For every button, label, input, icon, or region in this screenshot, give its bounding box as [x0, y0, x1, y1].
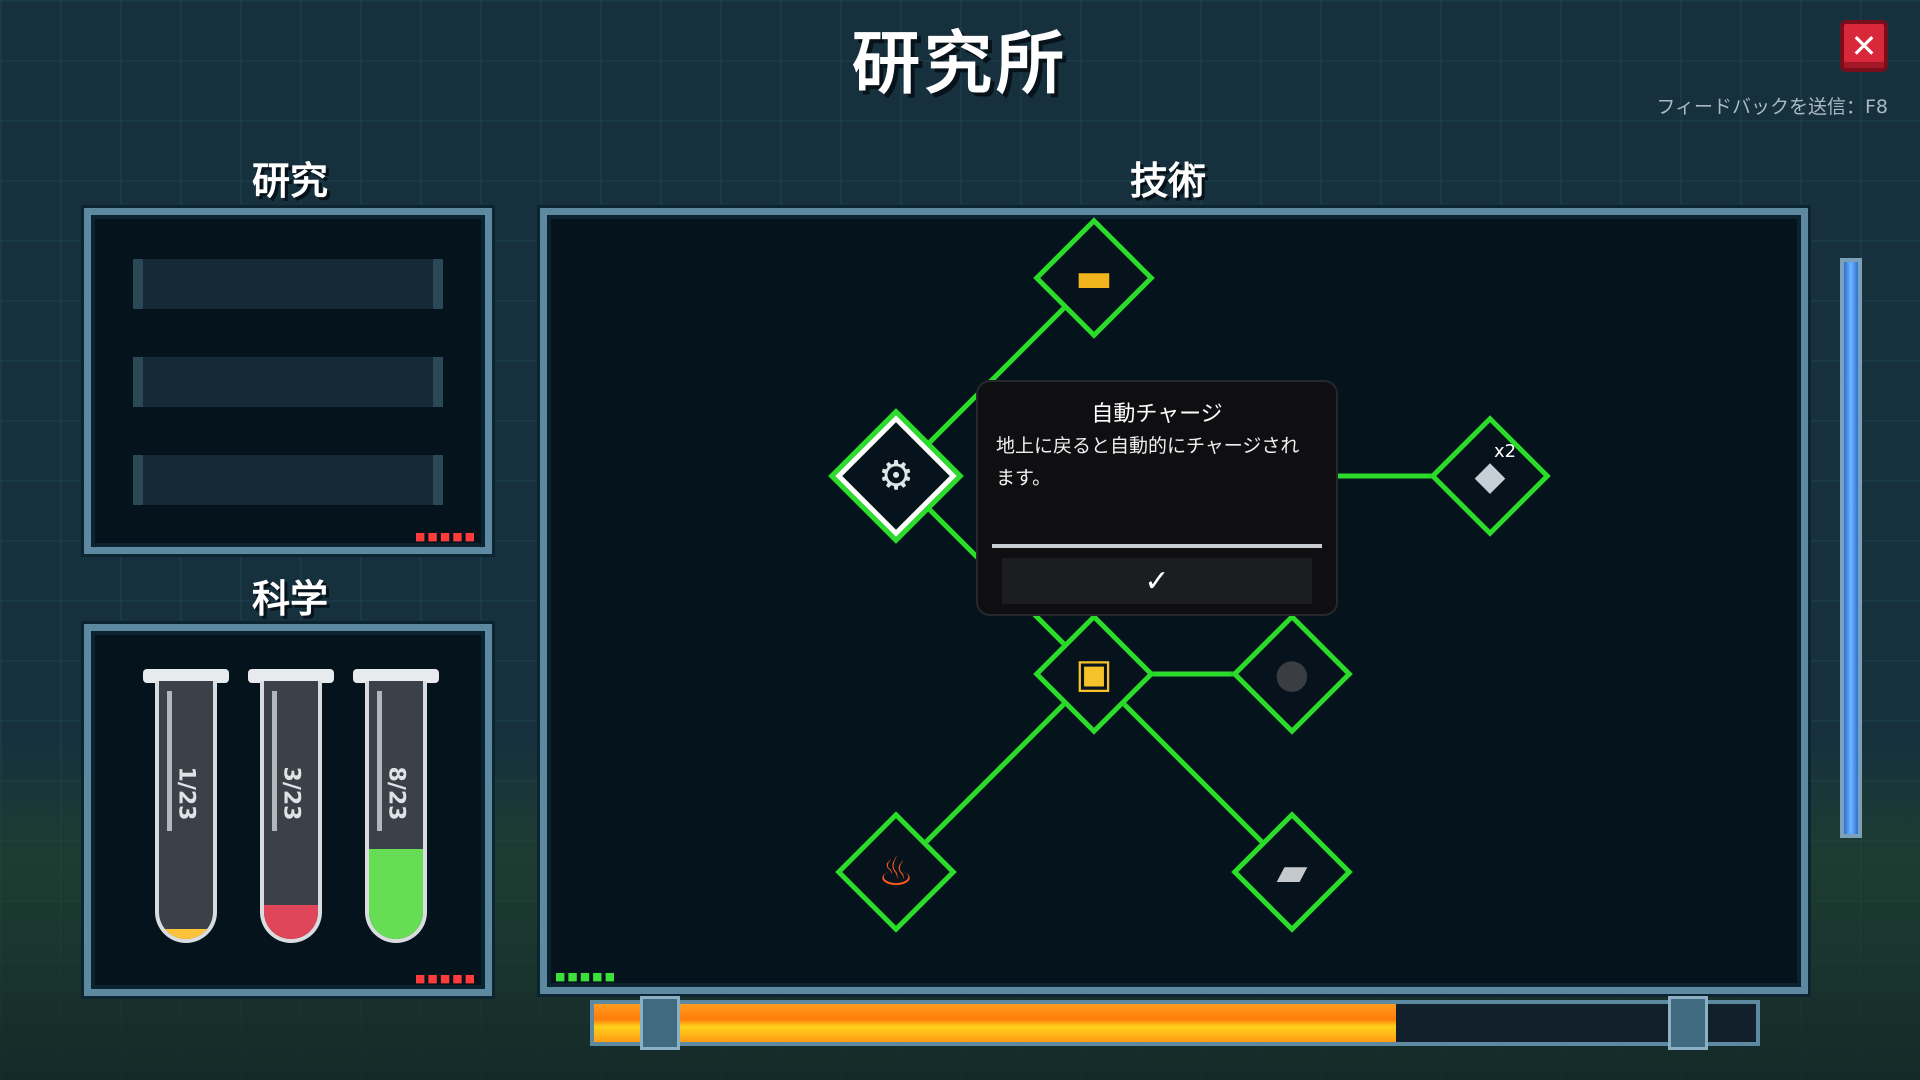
close-icon: ✕ — [1850, 27, 1878, 65]
science-tube-1: 1/23 — [155, 681, 217, 943]
panel-indicator-dots: ■■■■■ — [555, 970, 617, 983]
research-slot-3[interactable] — [133, 455, 443, 505]
research-slot-2[interactable] — [133, 357, 443, 407]
robot-cart-icon: ▣ — [1075, 651, 1113, 697]
tube-fill-1 — [159, 928, 213, 939]
science-panel: 1/23 3/23 8/23 ■■■■■ — [84, 624, 492, 996]
panel-indicator-dots: ■■■■■ — [415, 530, 477, 543]
feedback-hint[interactable]: フィードバックを送信：F8 — [1656, 92, 1888, 119]
tech-title: 技術 — [1129, 159, 1206, 203]
tube-shine — [377, 691, 382, 831]
science-title: 科学 — [251, 577, 328, 621]
close-button[interactable]: ✕ — [1840, 20, 1888, 72]
research-progress-bar — [590, 1000, 1760, 1046]
panel-indicator-dots: ■■■■■ — [415, 972, 477, 985]
tube-fill-2 — [264, 905, 318, 939]
research-slot-1[interactable] — [133, 259, 443, 309]
progress-cap-right — [1668, 996, 1708, 1050]
battery-gear-icon: ⚙ — [878, 453, 914, 499]
tech-tooltip: 自動チャージ 地上に戻ると自動的にチャージされます。 ✓ — [976, 380, 1338, 616]
tooltip-description: 地上に戻ると自動的にチャージされます。 — [996, 435, 1300, 489]
tooltip-confirm-button[interactable]: ✓ — [1002, 558, 1312, 604]
research-panel: ■■■■■ — [84, 208, 492, 554]
tooltip-divider — [992, 544, 1322, 548]
tube-label-1: 1/23 — [173, 766, 199, 821]
energy-pipe — [1840, 258, 1862, 838]
silver-ore-x2-icon: ◆ — [1474, 453, 1506, 499]
progress-fill — [594, 1004, 1396, 1042]
tube-shine — [167, 691, 172, 831]
tube-label-2: 3/23 — [278, 766, 304, 821]
burning-coal-icon: ♨ — [878, 849, 914, 895]
page-title: 研究所 — [851, 25, 1068, 104]
science-tube-3: 8/23 — [365, 681, 427, 943]
iron-bar-upgrade-icon: ▰ — [1276, 849, 1308, 895]
science-tube-2: 3/23 — [260, 681, 322, 943]
x2-badge: x2 — [1494, 441, 1517, 462]
gold-bar-icon: ▬ — [1075, 255, 1113, 301]
progress-cap-left — [640, 996, 680, 1050]
coal-drop-icon: ● — [1274, 651, 1310, 697]
tube-label-3: 8/23 — [383, 766, 409, 821]
tooltip-title: 自動チャージ — [1091, 402, 1223, 427]
checkmark-icon: ✓ — [1144, 563, 1170, 599]
tube-shine — [272, 691, 277, 831]
research-title: 研究 — [251, 159, 328, 203]
tube-fill-3 — [369, 848, 423, 939]
